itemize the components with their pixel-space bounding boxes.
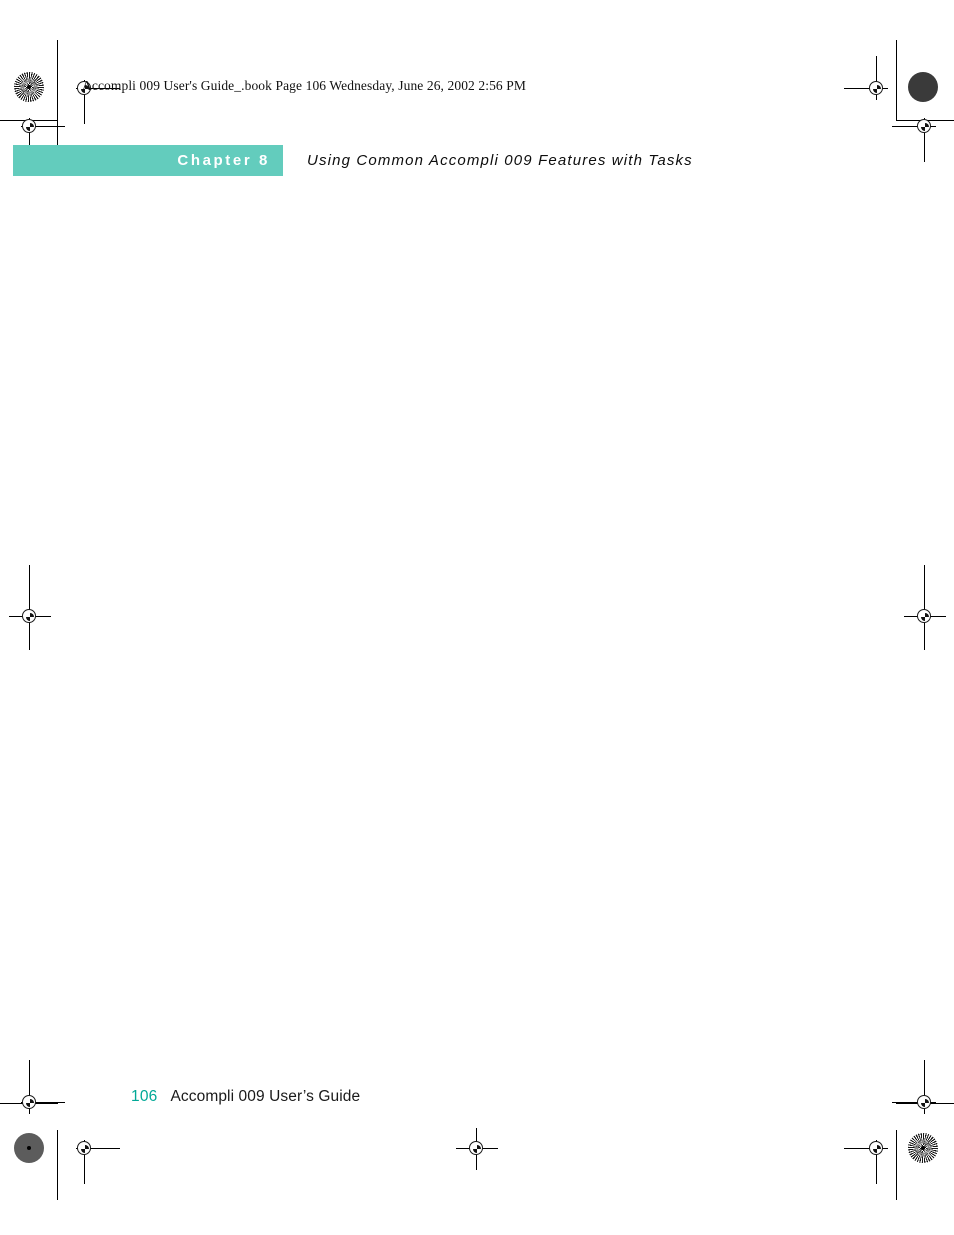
solid-density-patch-top-right	[908, 72, 938, 102]
registration-mark-top-right	[892, 114, 938, 162]
star-target-bottom-right	[908, 1133, 938, 1163]
page-footer: 106 Accompli 009 User’s Guide	[131, 1088, 360, 1106]
halftone-patch-bottom-left	[14, 1133, 44, 1163]
crosshair-bullseye	[921, 123, 929, 131]
crosshair-bullseye	[873, 85, 881, 93]
registration-mark-bottom-center	[456, 1128, 498, 1170]
page-number: 106	[131, 1088, 158, 1105]
crosshair-bullseye	[921, 1099, 929, 1107]
footer-book-title: Accompli 009 User’s Guide	[170, 1088, 361, 1105]
registration-mark-bottom-right	[892, 1070, 938, 1116]
crosshair-bullseye	[473, 1145, 481, 1153]
crosshair-bullseye	[921, 613, 929, 621]
registration-mark-top-left-trim	[17, 114, 65, 162]
page-body	[135, 210, 835, 1060]
registration-mark-bottom-left-inner	[72, 1136, 120, 1184]
registration-mark-bottom-left	[17, 1070, 65, 1116]
star-target-top-left	[14, 72, 44, 102]
registration-mark-top-right-inner	[844, 56, 890, 102]
trim-rule-vertical-right	[896, 40, 897, 120]
crosshair-bullseye	[81, 1145, 89, 1153]
crosshair-bullseye	[26, 1099, 34, 1107]
crosshair-bullseye	[26, 613, 34, 621]
trim-rule-vertical-bottom-right-in	[896, 1130, 897, 1200]
document-page: Accompli 009 User's Guide_.book Page 106…	[0, 0, 954, 1235]
running-head-title: Using Common Accompli 009 Features with …	[307, 152, 693, 169]
registration-mark-left-middle	[9, 596, 51, 638]
registration-mark-bottom-right-inner	[844, 1136, 890, 1184]
file-info-slug: Accompli 009 User's Guide_.book Page 106…	[82, 78, 526, 93]
registration-mark-right-middle	[904, 596, 946, 638]
trim-rule-vertical-bottom-left-in	[57, 1130, 58, 1200]
running-head: Chapter 8 Using Common Accompli 009 Feat…	[13, 145, 693, 176]
crosshair-bullseye	[873, 1145, 881, 1153]
chapter-tab-label: Chapter 8	[177, 152, 270, 169]
chapter-tab: Chapter 8	[13, 145, 283, 176]
crosshair-bullseye	[26, 123, 34, 131]
